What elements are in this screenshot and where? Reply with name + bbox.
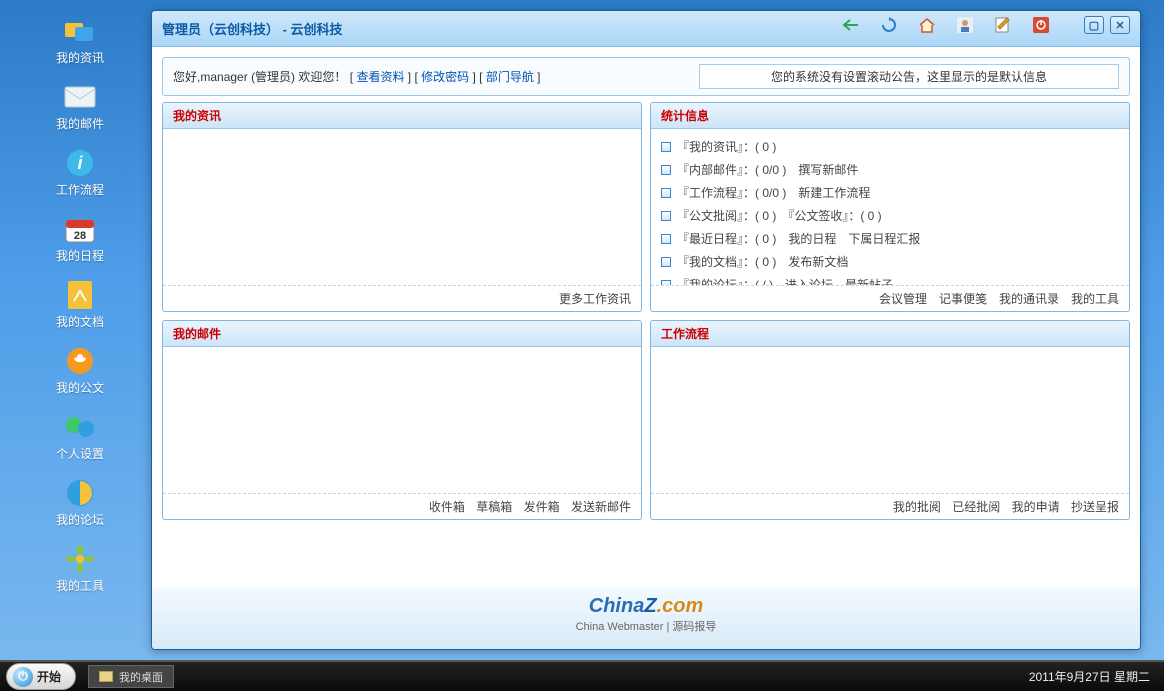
desktop-icon-mail[interactable]: 我的邮件 (30, 81, 130, 132)
desktop-icon-forum[interactable]: 我的论坛 (30, 477, 130, 528)
window-title: 管理员（云创科技） - 云创科技 (162, 19, 343, 38)
desktop-icon-official[interactable]: 我的公文 (30, 345, 130, 396)
bullet-icon (661, 142, 671, 152)
panel-mail: 我的邮件 收件箱 草稿箱 发件箱 发送新邮件 (162, 320, 642, 520)
titlebar: 管理员（云创科技） - 云创科技 ▢ ✕ (152, 11, 1140, 47)
desktop-icon-label: 工作流程 (56, 181, 104, 198)
desktop-icon-label: 我的文档 (56, 313, 104, 330)
panel-body (163, 347, 641, 493)
announcement-box: 您的系统没有设置滚动公告，这里显示的是默认信息 (699, 64, 1119, 89)
panel-footer: 会议管理 记事便笺 我的通讯录 我的工具 (651, 285, 1129, 311)
panel-body: 『我的资讯』：( 0 ) 『内部邮件』：( 0/0 ) 撰写新邮件 『工作流程』… (651, 129, 1129, 285)
stat-row: 『我的资讯』：( 0 ) (661, 135, 1119, 158)
greeting-bar: 您好,manager (管理员) 欢迎您！ [ 查看资料 ] [ 修改密码 ] … (162, 57, 1130, 96)
edit-icon[interactable] (993, 15, 1013, 35)
bullet-icon (661, 211, 671, 221)
stats-footer-links[interactable]: 会议管理 记事便笺 我的通讯录 我的工具 (879, 292, 1119, 306)
desktop-icon-label: 我的邮件 (56, 115, 104, 132)
panel-header: 统计信息 (651, 103, 1129, 129)
panels: 我的资讯 更多工作资讯 统计信息 『我的资讯』：( 0 ) 『内部邮件』：( 0… (152, 102, 1140, 587)
start-orb-icon: ⏻ (13, 667, 33, 687)
desktop-icon-label: 我的日程 (56, 247, 104, 264)
link-my-approval[interactable]: 我的批阅 (893, 500, 941, 514)
stat-row: 『最近日程』：( 0 ) 我的日程 下属日程汇报 (661, 227, 1119, 250)
desktop-icon-calendar[interactable]: 28 我的日程 (30, 213, 130, 264)
taskbar-item-desktop[interactable]: 我的桌面 (88, 665, 174, 688)
panel-news: 我的资讯 更多工作资讯 (162, 102, 642, 312)
link-drafts[interactable]: 草稿箱 (476, 500, 512, 514)
link-compose[interactable]: 发送新邮件 (571, 500, 631, 514)
panel-body (163, 129, 641, 285)
stat-row: 『我的论坛』：( / ) 进入论坛 最新帖子 (661, 273, 1119, 285)
svg-text:28: 28 (74, 230, 86, 242)
minimize-button[interactable]: ▢ (1084, 16, 1104, 34)
panel-footer: 更多工作资讯 (163, 285, 641, 311)
stat-row: 『我的文档』：( 0 ) 发布新文档 (661, 250, 1119, 273)
link-dept-nav[interactable]: 部门导航 (486, 70, 534, 84)
link-sent[interactable]: 发件箱 (524, 500, 560, 514)
desktop-icons: 我的资讯 我的邮件 i 工作流程 28 我的日程 我的文档 我的公文 个人设置 … (30, 15, 130, 609)
stat-row: 『内部邮件』：( 0/0 ) 撰写新邮件 (661, 158, 1119, 181)
refresh-icon[interactable] (879, 15, 899, 35)
bullet-icon (661, 234, 671, 244)
desktop-icon-label: 我的资讯 (56, 49, 104, 66)
panel-footer: 收件箱 草稿箱 发件箱 发送新邮件 (163, 493, 641, 519)
link-view-profile[interactable]: 查看资料 (356, 70, 404, 84)
main-window: 管理员（云创科技） - 云创科技 ▢ ✕ 您好,manager (管理员) 欢迎… (151, 10, 1141, 650)
link-approved[interactable]: 已经批阅 (952, 500, 1000, 514)
desktop-icon-label: 个人设置 (56, 445, 104, 462)
user-icon[interactable] (955, 15, 975, 35)
titlebar-icons: ▢ ✕ (841, 15, 1130, 35)
link-inbox[interactable]: 收件箱 (429, 500, 465, 514)
power-icon[interactable] (1031, 15, 1051, 35)
link-my-apply[interactable]: 我的申请 (1012, 500, 1060, 514)
panel-header: 我的资讯 (163, 103, 641, 129)
desktop-icon-news[interactable]: 我的资讯 (30, 15, 130, 66)
link-more-news[interactable]: 更多工作资讯 (559, 292, 631, 306)
taskbar-clock: 2011年9月27日 星期二 (1015, 668, 1164, 685)
desktop-icon-label: 我的公文 (56, 379, 104, 396)
close-button[interactable]: ✕ (1110, 16, 1130, 34)
brand-logo: ChinaZ.com (152, 595, 1140, 618)
greeting-text: 您好,manager (管理员) 欢迎您！ [ 查看资料 ] [ 修改密码 ] … (173, 68, 541, 85)
start-label: 开始 (37, 668, 61, 685)
footer-brand: ChinaZ.com China Webmaster | 源码报导 (152, 587, 1140, 649)
bullet-icon (661, 165, 671, 175)
desktop-icon-workflow[interactable]: i 工作流程 (30, 147, 130, 198)
panel-body (651, 347, 1129, 493)
stat-row: 『公文批阅』：( 0 ) 『公文签收』：( 0 ) (661, 204, 1119, 227)
panel-header: 工作流程 (651, 321, 1129, 347)
taskbar-item-label: 我的桌面 (119, 669, 163, 685)
desktop-icon-label: 我的论坛 (56, 511, 104, 528)
desktop-icon-tools[interactable]: 我的工具 (30, 543, 130, 594)
link-cc-report[interactable]: 抄送呈报 (1071, 500, 1119, 514)
desktop-icon-label: 我的工具 (56, 577, 104, 594)
folder-icon (99, 671, 113, 682)
link-change-password[interactable]: 修改密码 (421, 70, 469, 84)
desktop-icon-docs[interactable]: 我的文档 (30, 279, 130, 330)
panel-footer: 我的批阅 已经批阅 我的申请 抄送呈报 (651, 493, 1129, 519)
start-button[interactable]: ⏻ 开始 (6, 663, 76, 690)
stat-row: 『工作流程』：( 0/0 ) 新建工作流程 (661, 181, 1119, 204)
back-icon[interactable] (841, 15, 861, 35)
bullet-icon (661, 257, 671, 267)
panel-workflow: 工作流程 我的批阅 已经批阅 我的申请 抄送呈报 (650, 320, 1130, 520)
taskbar: ⏻ 开始 我的桌面 2011年9月27日 星期二 (0, 660, 1164, 691)
brand-sub: China Webmaster | 源码报导 (152, 618, 1140, 634)
panel-header: 我的邮件 (163, 321, 641, 347)
panel-stats: 统计信息 『我的资讯』：( 0 ) 『内部邮件』：( 0/0 ) 撰写新邮件 『… (650, 102, 1130, 312)
home-icon[interactable] (917, 15, 937, 35)
bullet-icon (661, 188, 671, 198)
desktop-icon-settings[interactable]: 个人设置 (30, 411, 130, 462)
